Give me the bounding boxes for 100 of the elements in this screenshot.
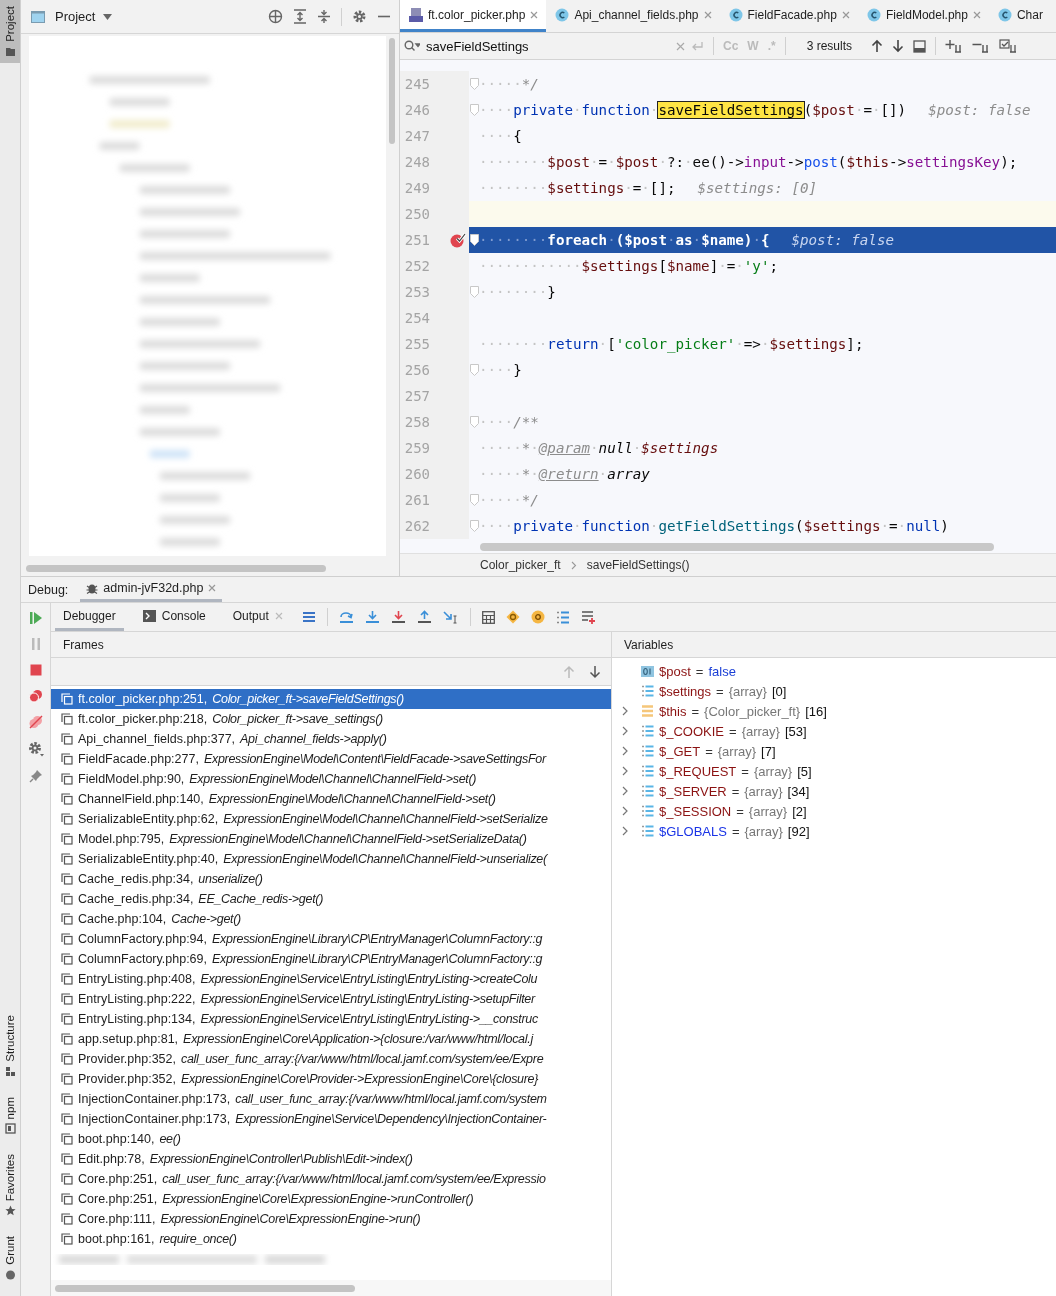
variable-row[interactable]: $_COOKIE = {array} [53] — [612, 721, 1056, 741]
stack-frame[interactable]: InjectionContainer.php:173, ExpressionEngine\Service\Dependency\InjectionContainer- — [51, 1109, 611, 1129]
stack-frame[interactable]: EntryListing.php:222, ExpressionEngine\Service\EntryListing\EntryListing->setupFilter — [51, 989, 611, 1009]
editor-tab[interactable]: FieldFacade.php — [719, 0, 858, 32]
stack-frame[interactable]: ChannelField.php:140, ExpressionEngine\Model\Channel\ChannelField->set() — [51, 789, 611, 809]
view-breakpoints-icon[interactable] — [28, 689, 43, 703]
numbered-list-icon[interactable] — [555, 610, 570, 624]
scrollbar[interactable] — [55, 1284, 355, 1292]
tool-window-tab[interactable]: Project — [0, 0, 20, 63]
close-icon[interactable] — [530, 10, 539, 19]
stack-frame[interactable]: app.setup.php:81, ExpressionEngine\Core\Application->{closure:/var/www/html/local.j — [51, 1029, 611, 1049]
scrollbar[interactable] — [389, 38, 395, 144]
settings-icon[interactable] — [27, 741, 44, 757]
close-icon[interactable] — [208, 584, 217, 592]
editor-tab[interactable]: FieldModel.php — [857, 0, 989, 32]
stop-icon[interactable] — [28, 663, 43, 677]
stack-frame[interactable]: InjectionContainer.php:173, call_user_func_array:{/var/www/html/local.jamf.com/system — [51, 1089, 611, 1109]
chevron-icon[interactable] — [622, 706, 628, 716]
stack-frame[interactable]: Provider.php:352, call_user_func_array:{/var/www/html/local.jamf.com/system/ee/Expre — [51, 1049, 611, 1069]
chevron-icon[interactable] — [622, 766, 628, 776]
stack-frame[interactable]: EntryListing.php:408, ExpressionEngine\Service\EntryListing\EntryListing->createColu — [51, 969, 611, 989]
tool-window-tab[interactable]: Structure — [0, 1008, 20, 1083]
stack-frame[interactable]: FieldModel.php:90, ExpressionEngine\Model\Channel\ChannelField->set() — [51, 769, 611, 789]
chevron-icon[interactable] — [622, 726, 628, 736]
step-over-icon[interactable] — [338, 610, 354, 624]
mute-breakpoints-icon[interactable] — [28, 715, 43, 729]
breakpoint-icon[interactable] — [450, 232, 466, 248]
settings-icon[interactable] — [352, 9, 367, 24]
stack-frame[interactable]: ColumnFactory.php:94, ExpressionEngine\Library\CP\EntryManager\ColumnFactory::g — [51, 929, 611, 949]
variable-row[interactable]: $_SERVER = {array} [34] — [612, 781, 1056, 801]
breadcrumb[interactable]: Color_picker_ft — [480, 558, 561, 572]
variable-row[interactable]: $GLOBALS = {array} [92] — [612, 821, 1056, 841]
arrow-down-icon[interactable] — [892, 39, 905, 53]
variable-row[interactable]: $_REQUEST = {array} [5] — [612, 761, 1056, 781]
variable-row[interactable]: $post = false — [612, 661, 1056, 681]
force-step-into-icon[interactable] — [390, 610, 406, 624]
stack-frame[interactable]: Core.php:111, ExpressionEngine\Core\ExpressionEngine->run() — [51, 1209, 611, 1229]
clear-icon[interactable] — [676, 41, 685, 51]
chevron-icon[interactable] — [622, 746, 628, 756]
session-tab[interactable]: admin-jvF32d.php — [80, 577, 223, 602]
watch-icon[interactable] — [530, 610, 545, 624]
chevron-icon[interactable] — [622, 826, 628, 836]
arrow-down-icon[interactable] — [589, 664, 601, 679]
add-occurrence-icon[interactable] — [945, 39, 964, 53]
expand-all-icon[interactable] — [293, 9, 307, 24]
class-filter-icon[interactable] — [505, 610, 520, 624]
chevron-icon[interactable] — [622, 786, 628, 796]
resume-icon[interactable] — [28, 611, 43, 625]
scrollbar[interactable] — [26, 564, 326, 572]
stack-frame[interactable]: boot.php:161, require_once() — [51, 1229, 611, 1249]
variable-row[interactable]: $this = {Color_picker_ft} [16] — [612, 701, 1056, 721]
arrow-up-icon[interactable] — [871, 39, 884, 53]
stack-frame[interactable]: Cache_redis.php:34, EE_Cache_redis->get() — [51, 889, 611, 909]
stack-frame[interactable]: boot.php:140, ee() — [51, 1129, 611, 1149]
close-icon[interactable] — [972, 10, 981, 19]
search-field[interactable]: saveFieldSettings — [426, 38, 670, 54]
step-into-icon[interactable] — [364, 610, 380, 624]
stack-frame[interactable]: Api_channel_fields.php:377, Api_channel_fields->apply() — [51, 729, 611, 749]
close-icon[interactable] — [841, 10, 850, 19]
editor-tab[interactable]: ft.color_picker.php — [400, 0, 547, 32]
stack-frame[interactable]: Cache.php:104, Cache->get() — [51, 909, 611, 929]
close-icon[interactable] — [703, 10, 712, 19]
variable-row[interactable]: $_GET = {array} [7] — [612, 741, 1056, 761]
debugger-tab[interactable]: Output — [224, 603, 291, 631]
tool-window-tab[interactable]: Favorites — [0, 1147, 20, 1223]
stack-frame[interactable]: Core.php:251, call_user_func_array:{/var/www/html/local.jamf.com/system/ee/Expressio — [51, 1169, 611, 1189]
stack-frame[interactable]: Core.php:251, ExpressionEngine\Core\ExpressionEngine->runController() — [51, 1189, 611, 1209]
step-out-icon[interactable] — [416, 610, 432, 624]
window-icon[interactable] — [913, 39, 927, 53]
locate-icon[interactable] — [268, 9, 283, 24]
menu-icon[interactable] — [301, 611, 316, 623]
editor-tab[interactable]: Char — [988, 0, 1051, 32]
stack-frame[interactable]: ft.color_picker.php:218, Color_picker_ft->save_settings() — [51, 709, 611, 729]
stack-frame[interactable]: EntryListing.php:134, ExpressionEngine\Service\EntryListing\EntryListing->__construc — [51, 1009, 611, 1029]
add-to-list-icon[interactable] — [580, 610, 596, 624]
debugger-tab[interactable]: Console — [134, 603, 214, 631]
stack-frame[interactable]: FieldFacade.php:277, ExpressionEngine\Model\Content\FieldFacade->saveSettingsFor — [51, 749, 611, 769]
stack-frame[interactable]: Model.php:795, ExpressionEngine\Model\Channel\ChannelField->setSerializeData() — [51, 829, 611, 849]
stack-frame[interactable]: Provider.php:352, ExpressionEngine\Core\Provider->ExpressionEngine\Core\{closure} — [51, 1069, 611, 1089]
stack-frame[interactable]: SerializableEntity.php:62, ExpressionEngine\Model\Channel\ChannelField->setSerialize — [51, 809, 611, 829]
collapse-all-icon[interactable] — [317, 9, 331, 24]
tool-window-tab[interactable]: Grunt — [0, 1230, 20, 1286]
tool-window-tab[interactable]: npm — [0, 1090, 20, 1140]
stack-frame[interactable]: Edit.php:78, ExpressionEngine\Controller\Publish\Edit->index() — [51, 1149, 611, 1169]
project-view-dropdown[interactable]: Project — [55, 9, 113, 24]
stack-frame[interactable]: Cache_redis.php:34, unserialize() — [51, 869, 611, 889]
variable-row[interactable]: $settings = {array} [0] — [612, 681, 1056, 701]
chevron-icon[interactable] — [622, 806, 628, 816]
editor-tab[interactable]: Api_channel_fields.php — [546, 0, 720, 32]
variable-row[interactable]: $_SESSION = {array} [2] — [612, 801, 1056, 821]
fold-icon[interactable] — [469, 234, 479, 246]
stack-frame[interactable]: SerializableEntity.php:40, ExpressionEngine\Model\Channel\ChannelField->unserialize( — [51, 849, 611, 869]
run-to-cursor-icon[interactable] — [442, 610, 459, 624]
calculator-icon[interactable] — [481, 610, 495, 624]
scrollbar[interactable] — [480, 543, 994, 551]
pin-icon[interactable] — [28, 769, 43, 783]
stack-frame[interactable]: ft.color_picker.php:251, Color_picker_ft->saveFieldSettings() — [51, 689, 611, 709]
select-all-occurrences-icon[interactable] — [999, 39, 1018, 53]
breadcrumb[interactable]: saveFieldSettings() — [586, 558, 690, 572]
stack-frame[interactable]: ColumnFactory.php:69, ExpressionEngine\Library\CP\EntryManager\ColumnFactory::g — [51, 949, 611, 969]
